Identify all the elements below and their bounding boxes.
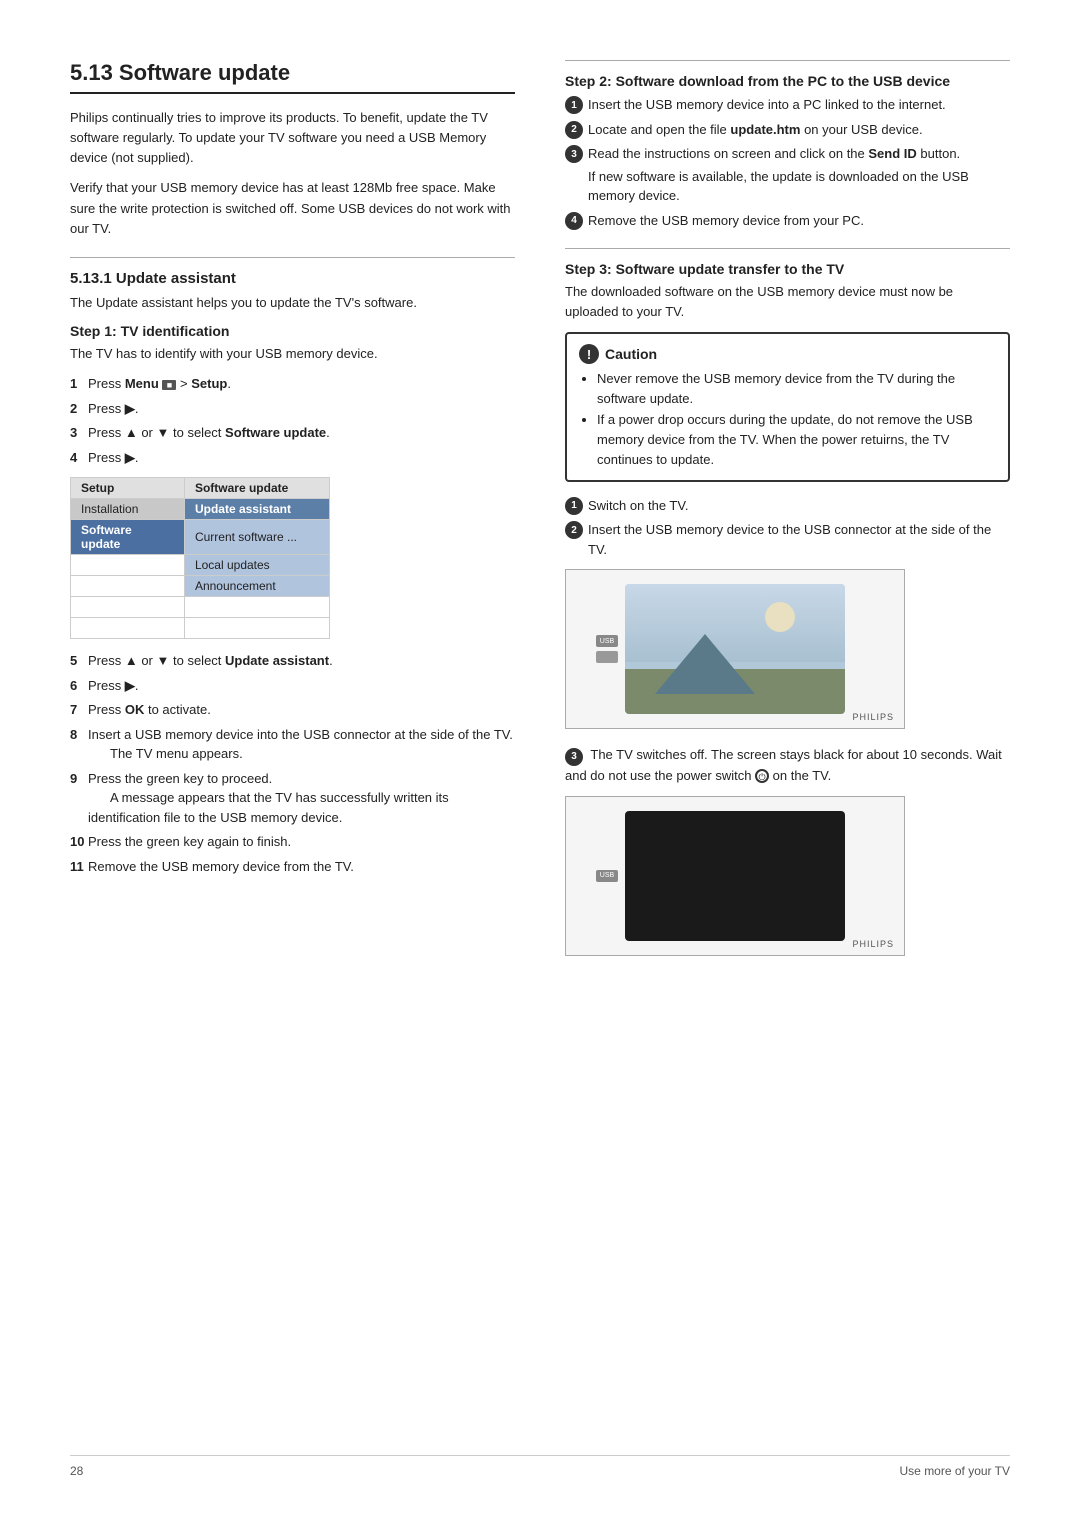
list-num: 3 (70, 423, 88, 443)
table-cell (184, 618, 329, 639)
philips-brand-label: PHILIPS (852, 712, 894, 722)
list-item: 4 Press ▶. (70, 448, 515, 468)
list-num: 4 (70, 448, 88, 468)
list-item: 11 Remove the USB memory device from the… (70, 857, 515, 877)
tv-image-2: USB PHILIPS (565, 796, 905, 956)
circle-num: 2 (565, 121, 583, 139)
caution-icon: ! (579, 344, 599, 364)
tv-image-1: USB ▶ PHILIPS (565, 569, 905, 729)
list-item: 3 Read the instructions on screen and cl… (565, 144, 1010, 206)
circle-num: 1 (565, 497, 583, 515)
circle-num: 4 (565, 212, 583, 230)
list-num: 8 (70, 725, 88, 745)
step3-title: Step 3: Software update transfer to the … (565, 261, 1010, 277)
table-cell: Current software ... (184, 520, 329, 555)
table-row: Announcement (71, 576, 330, 597)
sub-text: The TV menu appears. (110, 746, 243, 761)
list-num: 5 (70, 651, 88, 671)
list-item: 5 Press ▲ or ▼ to select Update assistan… (70, 651, 515, 671)
list-num: 9 (70, 769, 88, 789)
list-item: 1 Switch on the TV. (565, 496, 1010, 516)
table-cell: Setup (71, 478, 185, 499)
table-cell (71, 597, 185, 618)
section-title: 5.13 Software update (70, 60, 515, 94)
list-num: 1 (70, 374, 88, 394)
list-item: 2 Press ▶. (70, 399, 515, 419)
circle-num: 3 (565, 145, 583, 163)
step2-title: Step 2: Software download from the PC to… (565, 73, 1010, 89)
step1-title: Step 1: TV identification (70, 323, 515, 339)
sub-section-title: 5.13.1 Update assistant (70, 270, 515, 287)
scene-mountain (655, 634, 755, 694)
step3-list: 1 Switch on the TV. 2 Insert the USB mem… (565, 496, 1010, 560)
circle-num: 1 (565, 96, 583, 114)
step3-note: 3 The TV switches off. The screen stays … (565, 745, 1010, 785)
step1-text: The TV has to identify with your USB mem… (70, 344, 515, 364)
list-item: 4 Remove the USB memory device from your… (565, 211, 1010, 231)
left-column: 5.13 Software update Philips continually… (70, 60, 515, 972)
circle-num: 2 (565, 521, 583, 539)
table-cell: Installation (71, 499, 185, 520)
list-item: 2 Insert the USB memory device to the US… (565, 520, 1010, 559)
caution-box: ! Caution Never remove the USB memory de… (565, 332, 1010, 482)
table-cell: Announcement (184, 576, 329, 597)
divider-1 (70, 257, 515, 258)
usb-connector-illustration: USB (596, 635, 618, 663)
table-cell: Software update (71, 520, 185, 555)
list-item: 7 Press OK to activate. (70, 700, 515, 720)
page: 5.13 Software update Philips continually… (0, 0, 1080, 1528)
circle-num: 3 (565, 748, 583, 766)
right-column: Step 2: Software download from the PC to… (565, 60, 1010, 972)
list-item: 3 Press ▲ or ▼ to select Software update… (70, 423, 515, 443)
divider-right-2 (565, 248, 1010, 249)
menu-table: Setup Software update Installation Updat… (70, 477, 330, 639)
page-footer: 28 Use more of your TV (70, 1455, 1010, 1478)
caution-item: If a power drop occurs during the update… (597, 410, 996, 470)
table-row (71, 618, 330, 639)
table-cell (184, 597, 329, 618)
usb-connector-illustration-2: USB (596, 870, 618, 882)
list-item: 8 Insert a USB memory device into the US… (70, 725, 515, 764)
table-row (71, 597, 330, 618)
intro-1: Philips continually tries to improve its… (70, 108, 515, 168)
table-cell (71, 576, 185, 597)
list-item: 2 Locate and open the file update.htm on… (565, 120, 1010, 140)
list-item: 1 Press Menu ■ > Setup. (70, 374, 515, 394)
list-item: 1 Insert the USB memory device into a PC… (565, 95, 1010, 115)
caution-item: Never remove the USB memory device from … (597, 369, 996, 409)
step2-list: 1 Insert the USB memory device into a PC… (565, 95, 1010, 230)
table-cell (71, 555, 185, 576)
list-num: 7 (70, 700, 88, 720)
list-num: 10 (70, 832, 88, 852)
table-cell: Local updates (184, 555, 329, 576)
table-cell: Software update (184, 478, 329, 499)
caution-title: ! Caution (579, 344, 996, 364)
sub-section-text: The Update assistant helps you to update… (70, 293, 515, 313)
page-number: 28 (70, 1464, 83, 1478)
step1-list2: 5 Press ▲ or ▼ to select Update assistan… (70, 651, 515, 876)
list-num: 2 (70, 399, 88, 419)
sub-text: A message appears that the TV has succes… (88, 790, 449, 825)
table-header-row: Setup Software update (71, 478, 330, 499)
list-num: 6 (70, 676, 88, 696)
list-item: 10 Press the green key again to finish. (70, 832, 515, 852)
intro-2: Verify that your USB memory device has a… (70, 178, 515, 238)
step1-list: 1 Press Menu ■ > Setup. 2 Press ▶. 3 Pre… (70, 374, 515, 467)
list-item: 9 Press the green key to proceed. A mess… (70, 769, 515, 828)
philips-brand-label-2: PHILIPS (852, 939, 894, 949)
footer-text: Use more of your TV (900, 1464, 1010, 1478)
table-row: Local updates (71, 555, 330, 576)
table-row: Software update Current software ... (71, 520, 330, 555)
table-cell: Update assistant (184, 499, 329, 520)
divider-right-1 (565, 60, 1010, 61)
table-cell (71, 618, 185, 639)
tv-screen (625, 584, 845, 714)
caution-list: Never remove the USB memory device from … (579, 369, 996, 470)
table-row: Installation Update assistant (71, 499, 330, 520)
list-num: 11 (70, 857, 88, 877)
list-item: 6 Press ▶. (70, 676, 515, 696)
tv-screen-dark (625, 811, 845, 941)
step3-text: The downloaded software on the USB memor… (565, 282, 1010, 322)
